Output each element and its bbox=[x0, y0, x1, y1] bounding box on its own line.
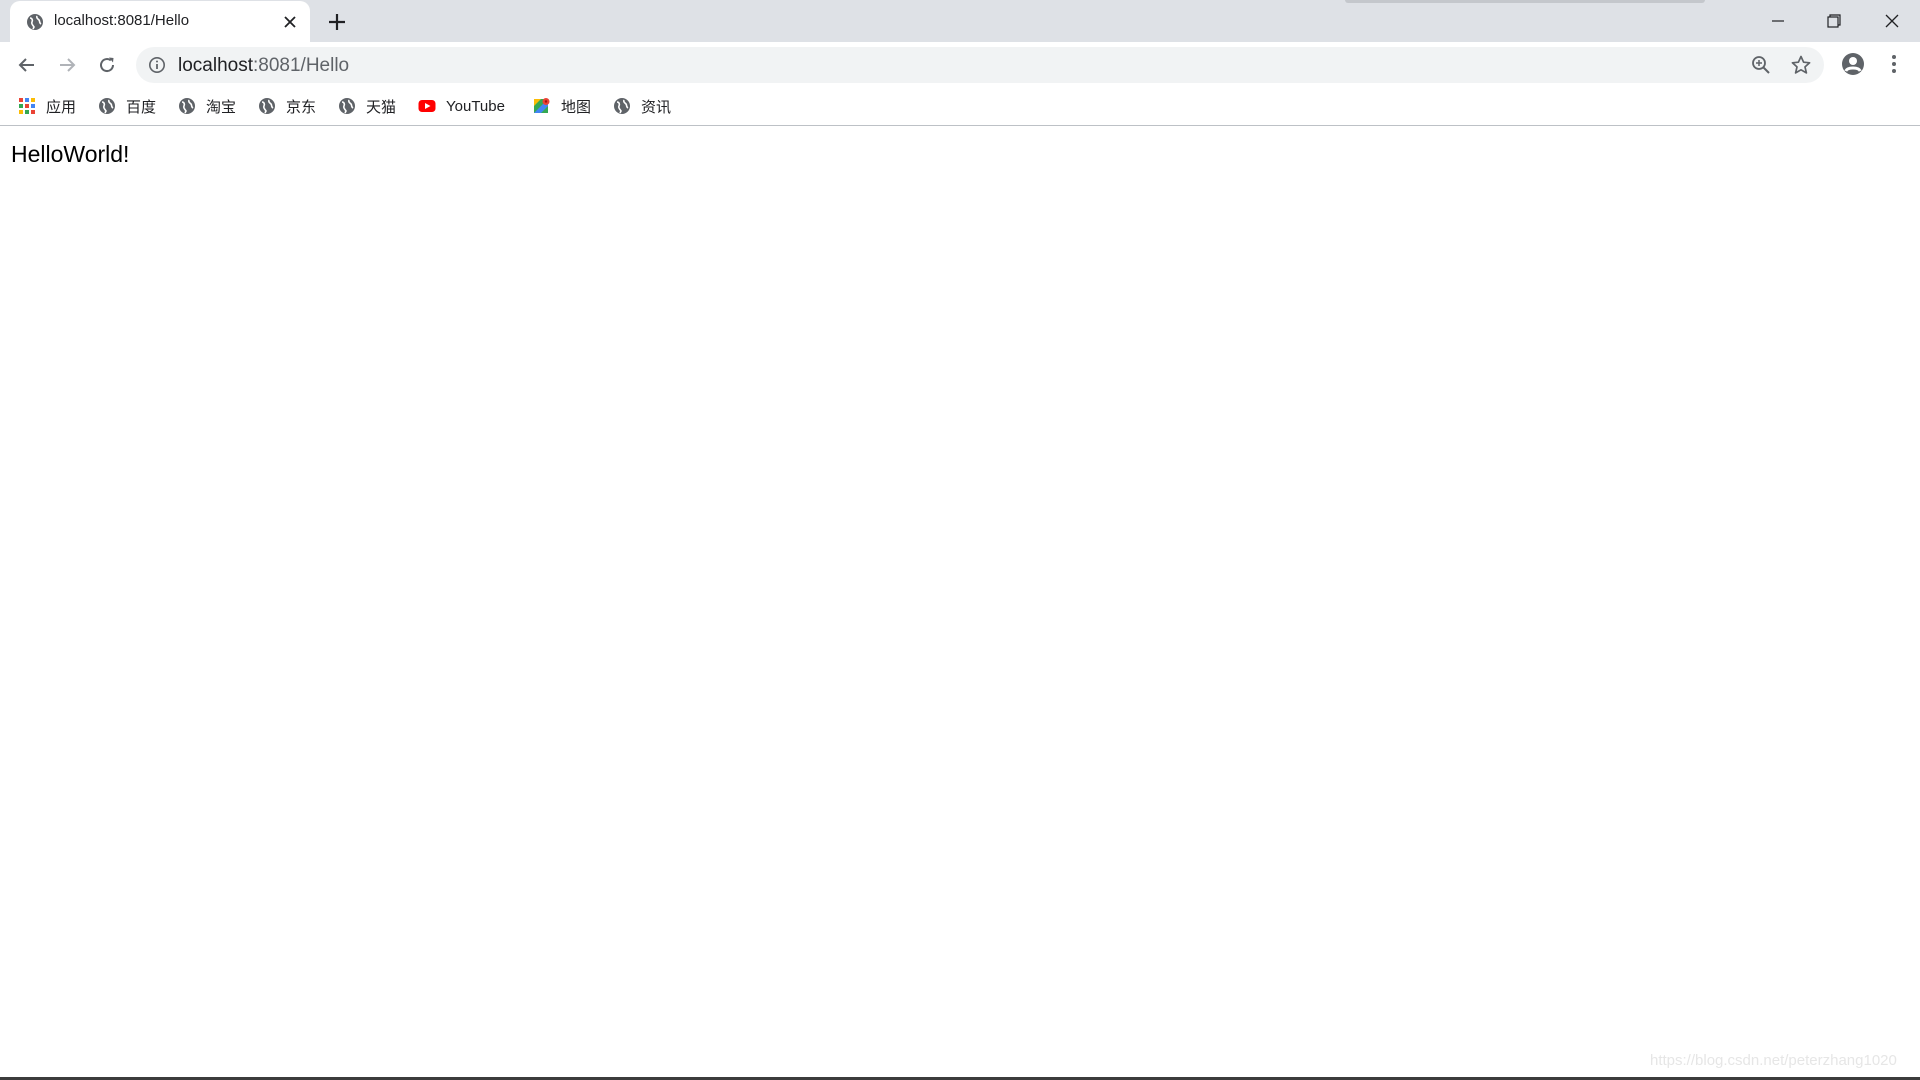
forward-arrow-icon bbox=[60, 58, 76, 72]
bookmark-label: 京东 bbox=[286, 98, 317, 116]
profile-icon[interactable] bbox=[1839, 50, 1867, 78]
browser-tab[interactable]: localhost:8081/Hello bbox=[10, 1, 310, 42]
globe-icon bbox=[27, 14, 43, 30]
window-shadow bbox=[1345, 0, 1705, 3]
globe-icon bbox=[259, 98, 275, 114]
close-window-button[interactable] bbox=[1864, 0, 1920, 42]
bookmark-maps[interactable]: 地图 bbox=[533, 93, 591, 119]
bookmark-tmall[interactable]: 天猫 bbox=[338, 93, 396, 119]
restore-button[interactable] bbox=[1806, 0, 1862, 42]
browser-toolbar: localhost:8081/Hello bbox=[0, 42, 1920, 87]
globe-icon bbox=[179, 98, 195, 114]
forward-button[interactable] bbox=[52, 50, 82, 80]
tab-strip: localhost:8081/Hello bbox=[0, 0, 1920, 42]
bookmark-youtube[interactable]: YouTube bbox=[418, 93, 505, 119]
reload-icon bbox=[100, 57, 115, 73]
bookmark-label: 地图 bbox=[561, 98, 592, 116]
back-button[interactable] bbox=[12, 50, 42, 80]
close-tab-icon[interactable] bbox=[280, 12, 300, 32]
bookmark-news[interactable]: 资讯 bbox=[613, 93, 671, 119]
star-icon[interactable] bbox=[1790, 54, 1812, 76]
bookmark-label: 应用 bbox=[46, 98, 77, 116]
close-icon bbox=[1885, 14, 1899, 28]
page-text: HelloWorld! bbox=[11, 141, 130, 167]
youtube-icon bbox=[418, 100, 436, 112]
apps-grid-icon bbox=[19, 98, 35, 114]
bookmarks-bar: 应用 百度 淘宝 京东 天猫 YouTube 地图 资讯 bbox=[0, 87, 1920, 126]
bookmark-label: 资讯 bbox=[641, 98, 672, 116]
watermark-text: https://blog.csdn.net/peterzhang1020 bbox=[1650, 1052, 1897, 1069]
zoom-icon[interactable] bbox=[1750, 54, 1772, 76]
url-host: localhost bbox=[178, 55, 253, 76]
bookmark-taobao[interactable]: 淘宝 bbox=[178, 93, 236, 119]
bookmark-baidu[interactable]: 百度 bbox=[98, 93, 156, 119]
address-bar[interactable]: localhost:8081/Hello bbox=[136, 47, 1824, 83]
globe-icon bbox=[339, 98, 355, 114]
url-text[interactable]: localhost:8081/Hello bbox=[178, 55, 349, 77]
page-content: HelloWorld! https://blog.csdn.net/peterz… bbox=[0, 127, 1920, 1080]
globe-icon bbox=[99, 98, 115, 114]
maps-icon bbox=[534, 98, 550, 113]
tab-title: localhost:8081/Hello bbox=[54, 12, 190, 29]
minimize-button[interactable] bbox=[1750, 0, 1806, 42]
new-tab-plus-icon[interactable] bbox=[325, 10, 349, 34]
menu-icon[interactable] bbox=[1880, 50, 1908, 78]
bookmark-label: 天猫 bbox=[366, 98, 397, 116]
restore-icon bbox=[1827, 14, 1841, 28]
minimize-icon bbox=[1772, 20, 1784, 22]
info-icon[interactable] bbox=[148, 56, 166, 74]
url-path: :8081/Hello bbox=[253, 55, 350, 76]
bookmark-label: 淘宝 bbox=[206, 98, 237, 116]
bookmark-label: 百度 bbox=[126, 98, 157, 116]
globe-icon bbox=[614, 98, 630, 114]
reload-button[interactable] bbox=[92, 50, 122, 80]
bookmark-apps[interactable]: 应用 bbox=[18, 93, 76, 119]
bookmark-label: YouTube bbox=[446, 97, 505, 115]
back-arrow-icon bbox=[18, 58, 34, 72]
bookmark-jd[interactable]: 京东 bbox=[258, 93, 316, 119]
